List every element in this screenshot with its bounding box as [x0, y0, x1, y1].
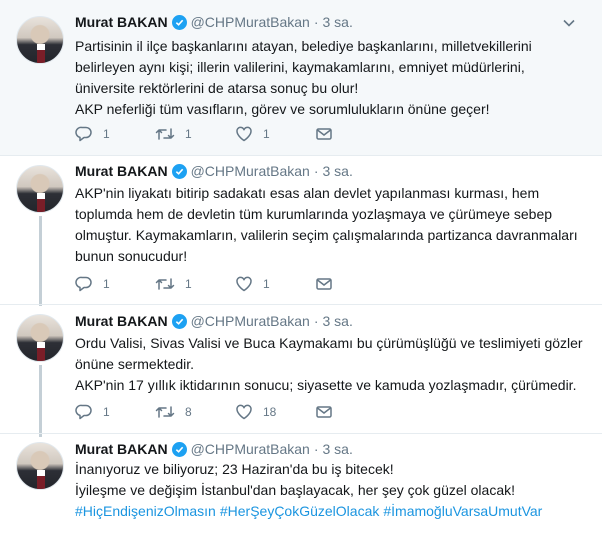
hashtag-line: #HiçEndişenizOlmasın #HerŞeyÇokGüzelOlaca…: [75, 501, 587, 522]
tweet[interactable]: Murat BAKAN @CHPMuratBakan · 3 sa. Parti…: [0, 0, 602, 156]
display-name[interactable]: Murat BAKAN: [75, 14, 168, 30]
like-count: 1: [263, 277, 270, 291]
tweet-header: Murat BAKAN @CHPMuratBakan · 3 sa.: [75, 12, 353, 32]
tweet-text: Ordu Valisi, Sivas Valisi ve Buca Kaymak…: [75, 333, 587, 396]
envelope-icon: [316, 278, 332, 290]
like-button[interactable]: 18: [235, 403, 315, 421]
retweet-button[interactable]: 1: [155, 275, 235, 293]
verified-badge-icon: [171, 313, 187, 329]
user-handle[interactable]: @CHPMuratBakan: [191, 313, 310, 329]
reply-icon: [75, 126, 92, 142]
tweet-line: İnanıyoruz ve biliyoruz; 23 Haziran'da b…: [75, 461, 394, 477]
tweet-line: Partisinin il ilçe başkanlarını atayan, …: [75, 38, 532, 54]
reply-count: 1: [103, 405, 110, 419]
tweet-header: Murat BAKAN @CHPMuratBakan · 3 sa.: [75, 161, 353, 181]
like-count: 18: [263, 405, 277, 419]
tweet-text: İnanıyoruz ve biliyoruz; 23 Haziran'da b…: [75, 459, 587, 522]
user-handle[interactable]: @CHPMuratBakan: [191, 163, 310, 179]
display-name[interactable]: Murat BAKAN: [75, 441, 168, 457]
user-handle[interactable]: @CHPMuratBakan: [191, 14, 310, 30]
separator: ·: [313, 14, 319, 30]
tweet-header: Murat BAKAN @CHPMuratBakan · 3 sa.: [75, 439, 353, 459]
reply-count: 1: [103, 127, 110, 141]
separator: ·: [313, 441, 319, 457]
separator: ·: [313, 313, 319, 329]
timestamp[interactable]: 3 sa.: [323, 441, 353, 457]
heart-icon: [236, 404, 252, 420]
reply-icon: [75, 276, 92, 292]
tweet-line: AKP'nin 17 yıllık iktidarının sonucu; si…: [75, 377, 577, 393]
verified-badge-icon: [171, 441, 187, 457]
tweet-line: belirleyen aynı kişi; illerin valilerini…: [75, 59, 525, 75]
retweet-icon: [155, 278, 175, 290]
tweet[interactable]: Murat BAKAN @CHPMuratBakan · 3 sa. Ordu …: [0, 304, 602, 434]
chevron-down-icon[interactable]: [562, 16, 576, 30]
tweet-header: Murat BAKAN @CHPMuratBakan · 3 sa.: [75, 311, 353, 331]
separator: ·: [313, 163, 319, 179]
timestamp[interactable]: 3 sa.: [323, 313, 353, 329]
direct-message-button[interactable]: [315, 275, 333, 293]
retweet-button[interactable]: 8: [155, 403, 235, 421]
like-button[interactable]: 1: [235, 125, 315, 143]
retweet-icon: [155, 406, 175, 418]
heart-icon: [236, 126, 252, 142]
tweet-actions: 1 8 18: [75, 402, 333, 422]
reply-icon: [75, 404, 92, 420]
tweet-line: olmuştur. Kaymakamların, valilerin seçim…: [75, 227, 578, 243]
tweet[interactable]: Murat BAKAN @CHPMuratBakan · 3 sa. AKP'n…: [0, 155, 602, 305]
retweet-count: 1: [185, 277, 192, 291]
tweet-line: toplumda hem de devletin tüm kurumlarınd…: [75, 206, 553, 222]
avatar[interactable]: [16, 442, 64, 490]
tweet-line: İyileşme ve değişim İstanbul'dan başlaya…: [75, 482, 516, 498]
timestamp[interactable]: 3 sa.: [323, 14, 353, 30]
envelope-icon: [316, 128, 332, 140]
reply-button[interactable]: 1: [75, 275, 155, 293]
envelope-icon: [316, 406, 332, 418]
avatar[interactable]: [16, 16, 64, 64]
tweet-text: AKP'nin liyakatı bitirip sadakatı esas a…: [75, 183, 587, 267]
tweet-line: Ordu Valisi, Sivas Valisi ve Buca Kaymak…: [75, 335, 583, 351]
retweet-icon: [155, 128, 175, 140]
hashtag-link[interactable]: #HiçEndişenizOlmasın: [75, 503, 216, 519]
avatar[interactable]: [16, 314, 64, 362]
like-count: 1: [263, 127, 270, 141]
reply-button[interactable]: 1: [75, 403, 155, 421]
verified-badge-icon: [171, 163, 187, 179]
tweet-line: AKP'nin liyakatı bitirip sadakatı esas a…: [75, 185, 540, 201]
reply-button[interactable]: 1: [75, 125, 155, 143]
hashtag-link[interactable]: #HerŞeyÇokGüzelOlacak: [220, 503, 380, 519]
retweet-count: 1: [185, 127, 192, 141]
verified-badge-icon: [171, 14, 187, 30]
retweet-count: 8: [185, 405, 192, 419]
reply-count: 1: [103, 277, 110, 291]
direct-message-button[interactable]: [315, 403, 333, 421]
timestamp[interactable]: 3 sa.: [323, 163, 353, 179]
direct-message-button[interactable]: [315, 125, 333, 143]
tweet-line: bunun sonucudur!: [75, 248, 188, 264]
retweet-button[interactable]: 1: [155, 125, 235, 143]
heart-icon: [236, 276, 252, 292]
tweet-actions: 1 1 1: [75, 124, 333, 144]
display-name[interactable]: Murat BAKAN: [75, 163, 168, 179]
tweet-line: üniversite rektörlerini de atarsa sonuç …: [75, 80, 359, 96]
tweet-line: önüne sermektedir.: [75, 356, 195, 372]
display-name[interactable]: Murat BAKAN: [75, 313, 168, 329]
tweet-actions: 1 1 1: [75, 274, 333, 294]
tweet[interactable]: Murat BAKAN @CHPMuratBakan · 3 sa. İnanı…: [0, 433, 602, 538]
tweet-line: AKP neferliği tüm vasıfların, görev ve s…: [75, 101, 490, 117]
user-handle[interactable]: @CHPMuratBakan: [191, 441, 310, 457]
hashtag-link[interactable]: #İmamoğluVarsaUmutVar: [383, 503, 542, 519]
tweet-text: Partisinin il ilçe başkanlarını atayan, …: [75, 36, 587, 120]
avatar[interactable]: [16, 165, 64, 213]
like-button[interactable]: 1: [235, 275, 315, 293]
